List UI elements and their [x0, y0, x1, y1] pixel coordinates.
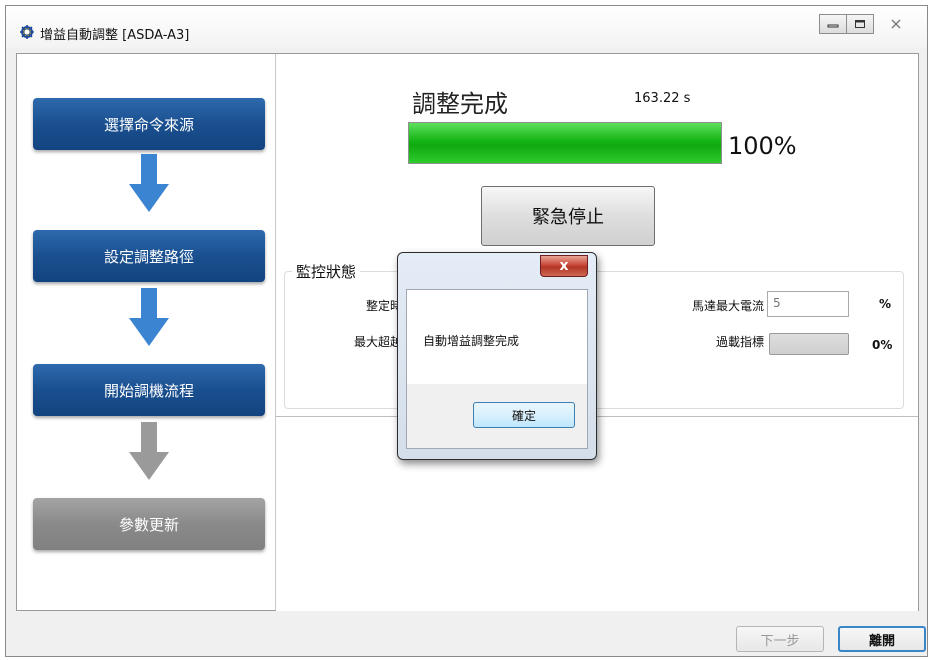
step-panel: 選擇命令來源 設定調整路徑 開始調機流程 參數更新 — [17, 54, 276, 610]
window-title: 增益自動調整 [ASDA-A3] — [40, 28, 190, 43]
next-step-button[interactable]: 下一步 — [736, 626, 824, 652]
progress-bar — [408, 122, 722, 164]
down-arrow-icon — [129, 154, 169, 212]
gear-tuning-icon — [20, 25, 34, 39]
motor-max-current-unit: % — [879, 297, 892, 311]
dialog-footer: 確定 — [407, 384, 587, 448]
down-arrow-icon — [129, 422, 169, 480]
maximize-icon — [855, 20, 865, 28]
ok-button[interactable]: 確定 — [473, 402, 575, 428]
close-icon: x — [559, 258, 569, 274]
step-start-tuning: 開始調機流程 — [33, 364, 265, 416]
overload-value: 0% — [872, 338, 893, 352]
leave-button[interactable]: 離開 — [838, 626, 926, 652]
minimize-button[interactable] — [819, 14, 847, 34]
minimize-icon — [827, 24, 839, 28]
status-title: 調整完成 — [412, 90, 508, 118]
step-parameter-update: 參數更新 — [33, 498, 265, 550]
motor-max-current-field[interactable]: 5 — [767, 291, 849, 317]
log-area — [276, 416, 918, 611]
overload-bar — [769, 333, 849, 355]
step-set-tuning-path: 設定調整路徑 — [33, 230, 265, 282]
dialog-body: 自動增益調整完成 確定 — [406, 289, 588, 449]
elapsed-time: 163.22 s — [634, 91, 691, 106]
maximize-button[interactable] — [846, 14, 874, 34]
motor-max-current-label: 馬達最大電流 — [691, 299, 764, 313]
emergency-stop-button[interactable]: 緊急停止 — [481, 186, 655, 246]
dialog-message: 自動增益調整完成 — [423, 334, 520, 348]
tuning-panel: 調整完成 163.22 s 100% 緊急停止 監控狀態 整定時間 最大超越量 … — [276, 54, 918, 611]
monitor-title: 監控狀態 — [292, 261, 361, 282]
close-button[interactable] — [873, 14, 919, 34]
overload-label: 過載指標 — [715, 335, 764, 349]
progress-fill — [409, 123, 721, 163]
dialog-close-button[interactable]: x — [540, 255, 588, 277]
completion-dialog: x 自動增益調整完成 確定 — [397, 252, 597, 460]
window-controls — [819, 14, 919, 34]
title-bar: 增益自動調整 [ASDA-A3] — [6, 6, 927, 48]
down-arrow-icon — [129, 288, 169, 346]
close-icon — [891, 19, 901, 29]
progress-percent: 100% — [728, 132, 797, 160]
footer-bar: 下一步 離開 — [6, 617, 927, 656]
step-select-command-source: 選擇命令來源 — [33, 98, 265, 150]
